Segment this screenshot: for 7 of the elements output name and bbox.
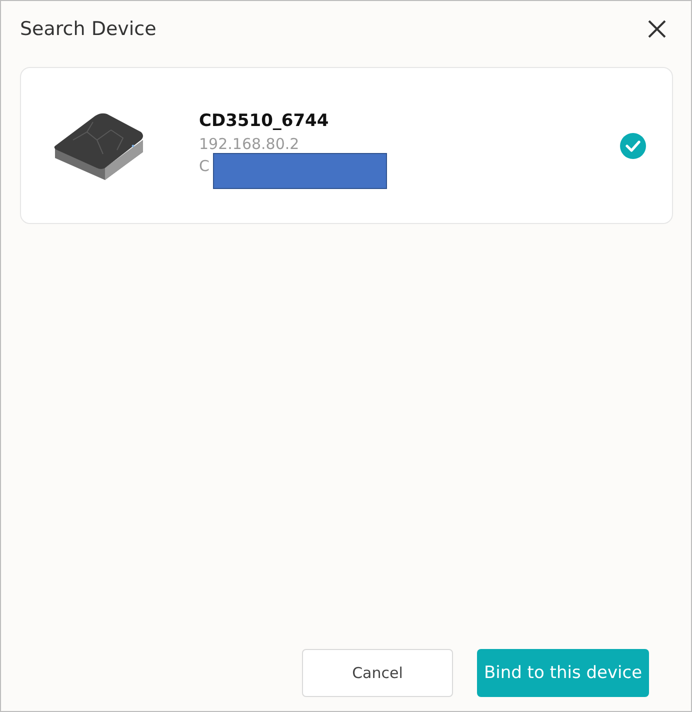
device-detail: C	[199, 156, 210, 174]
close-icon[interactable]	[647, 19, 667, 39]
device-name: CD3510_6744	[199, 110, 330, 130]
device-card[interactable]: CD3510_6744 192.168.80.2 C	[20, 67, 673, 224]
dialog-title: Search Device	[20, 18, 156, 40]
device-ip: 192.168.80.2	[199, 134, 300, 152]
cancel-button[interactable]: Cancel	[302, 649, 453, 697]
